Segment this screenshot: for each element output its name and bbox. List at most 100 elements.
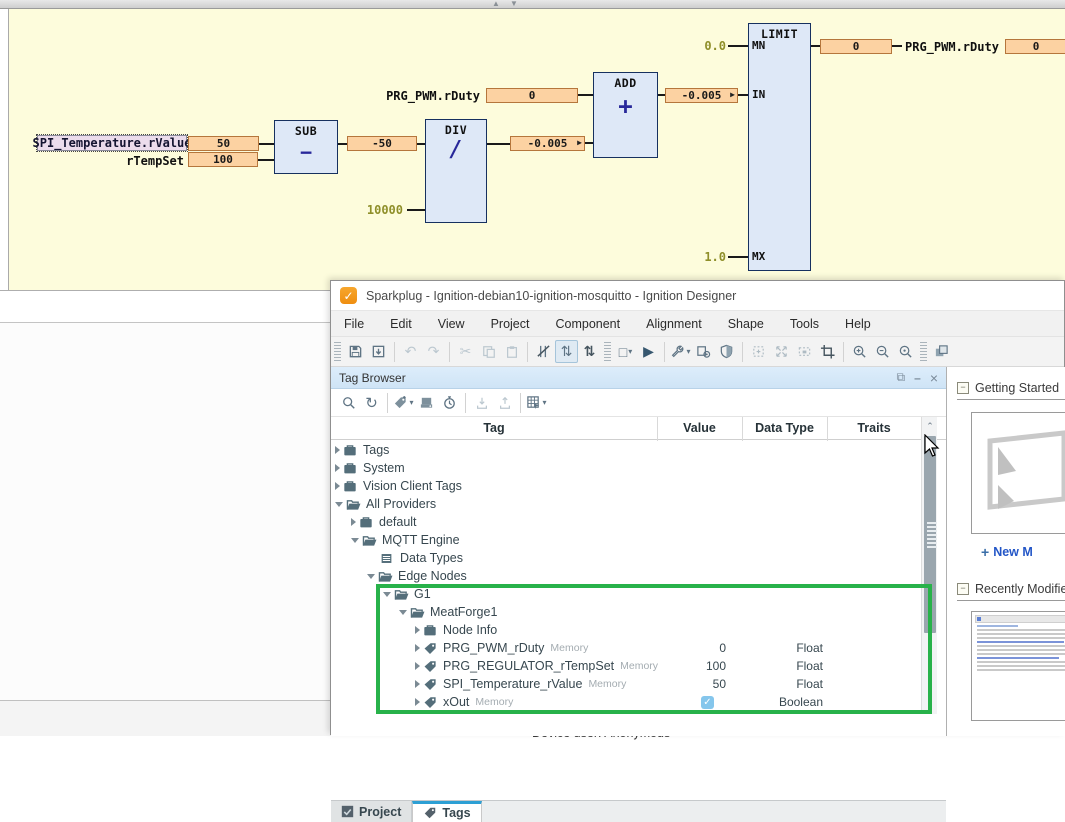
tag-value-cell[interactable] xyxy=(657,531,742,549)
menu-help[interactable]: Help xyxy=(832,311,884,336)
save-icon[interactable] xyxy=(344,340,367,363)
tree-row-vision-client-tags[interactable]: Vision Client Tags xyxy=(331,477,921,495)
new-main-window-link[interactable]: + New M xyxy=(981,544,1065,560)
tag-value-cell[interactable] xyxy=(657,567,742,585)
expand-right-icon[interactable] xyxy=(335,464,340,472)
expand-right-icon[interactable] xyxy=(335,482,340,490)
save-update-icon[interactable] xyxy=(367,340,390,363)
toolbar-grip[interactable] xyxy=(920,342,927,362)
expand-down-icon[interactable] xyxy=(351,538,359,543)
fit-selection-icon[interactable] xyxy=(793,340,816,363)
tag-value-cell[interactable] xyxy=(657,477,742,495)
expand-right-icon[interactable] xyxy=(335,446,340,454)
paste-icon[interactable] xyxy=(500,340,523,363)
scroll-up-icon[interactable]: ⌃ xyxy=(923,418,937,434)
tree-row-mqtt-engine[interactable]: MQTT Engine xyxy=(331,531,921,549)
copy-icon[interactable] xyxy=(477,340,500,363)
fbd-const-mn[interactable]: 0.0 xyxy=(686,39,726,53)
menu-alignment[interactable]: Alignment xyxy=(633,311,715,336)
fbd-block-limit[interactable]: LIMIT xyxy=(748,23,811,271)
fbd-block-sub[interactable]: SUB − xyxy=(274,120,338,174)
dropdown-caret-icon[interactable]: ▾ xyxy=(628,347,632,356)
splitter-strip[interactable]: ▲ ▼ xyxy=(0,0,1065,9)
udt-drive-icon[interactable] xyxy=(415,391,438,414)
security-shield-icon[interactable] xyxy=(715,340,738,363)
project-properties-icon[interactable] xyxy=(692,340,715,363)
undo-icon[interactable]: ↶ xyxy=(399,340,422,363)
splitter-up-icon[interactable]: ▲ xyxy=(492,0,500,8)
tree-row-all-providers[interactable]: All Providers xyxy=(331,495,921,513)
menu-tools[interactable]: Tools xyxy=(777,311,832,336)
tag-value-cell[interactable] xyxy=(657,549,742,567)
getting-started-thumbnail[interactable] xyxy=(971,412,1065,534)
fbd-var-rtempset[interactable]: rTempSet xyxy=(84,154,184,168)
search-icon[interactable] xyxy=(337,391,360,414)
collapse-in-icon[interactable] xyxy=(770,340,793,363)
fbd-value-input[interactable]: 50 xyxy=(188,136,259,151)
add-tag-icon[interactable]: ▾ xyxy=(392,391,415,414)
fbd-const-10000[interactable]: 10000 xyxy=(343,203,403,217)
fbd-block-add[interactable]: ADD + xyxy=(593,72,658,158)
cut-icon[interactable]: ✂ xyxy=(454,340,477,363)
fbd-canvas[interactable]: SPI_Temperature.rValue 50 rTempSet 100 S… xyxy=(9,9,1065,290)
window-titlebar[interactable]: ✓ Sparkplug - Ignition-debian10-ignition… xyxy=(331,281,1064,311)
sort-alt-icon[interactable]: ⇅ xyxy=(578,340,601,363)
fbd-value-limit-out[interactable]: 0 xyxy=(820,39,892,54)
tag-browser-titlebar[interactable]: Tag Browser ⧉ – × xyxy=(331,367,946,389)
dropdown-caret-icon[interactable]: ▾ xyxy=(542,398,546,407)
sort-order-icon[interactable]: ⇅ xyxy=(555,340,578,363)
recently-modified-header[interactable]: − Recently Modified xyxy=(957,582,1065,596)
wrench-icon[interactable]: ▾ xyxy=(669,340,692,363)
expand-down-icon[interactable] xyxy=(367,574,375,579)
column-header-traits[interactable]: Traits xyxy=(827,417,921,439)
cascade-windows-icon[interactable] xyxy=(930,340,953,363)
toolbar-grip[interactable] xyxy=(604,342,611,362)
float-panel-icon[interactable]: ⧉ xyxy=(897,370,906,385)
tab-project[interactable]: Project xyxy=(331,801,412,822)
shape-rect-icon[interactable]: □▾ xyxy=(614,340,637,363)
history-clock-icon[interactable] xyxy=(438,391,461,414)
menu-file[interactable]: File xyxy=(331,311,377,336)
fbd-value-sub-out[interactable]: -50 xyxy=(347,136,417,151)
tag-value-cell[interactable] xyxy=(657,459,742,477)
tree-row-system[interactable]: System xyxy=(331,459,921,477)
crop-bounds-icon[interactable] xyxy=(816,340,839,363)
close-panel-icon[interactable]: × xyxy=(930,370,938,386)
fbd-value-tempset[interactable]: 100 xyxy=(188,152,258,167)
fbd-block-div[interactable]: DIV / xyxy=(425,119,487,223)
zoom-actual-icon[interactable] xyxy=(894,340,917,363)
column-settings-icon[interactable]: ▾ xyxy=(525,391,548,414)
zoom-out-icon[interactable] xyxy=(871,340,894,363)
dropdown-caret-icon[interactable]: ▾ xyxy=(686,347,690,356)
menu-view[interactable]: View xyxy=(425,311,478,336)
tree-row-tags[interactable]: Tags xyxy=(331,441,921,459)
tag-value-cell[interactable] xyxy=(657,441,742,459)
expand-out-icon[interactable] xyxy=(747,340,770,363)
recently-modified-thumbnail[interactable] xyxy=(971,611,1065,721)
tree-row-default[interactable]: default xyxy=(331,513,921,531)
fbd-value-add-out[interactable]: -0.005▶ xyxy=(665,88,738,103)
zoom-in-icon[interactable] xyxy=(848,340,871,363)
menu-project[interactable]: Project xyxy=(478,311,543,336)
tree-row-edge-nodes[interactable]: Edge Nodes xyxy=(331,567,921,585)
column-header-datatype[interactable]: Data Type xyxy=(742,417,827,439)
refresh-icon[interactable]: ↻ xyxy=(360,391,383,414)
tab-tags[interactable]: Tags xyxy=(412,801,481,822)
column-header-tag[interactable]: Tag xyxy=(331,417,657,439)
fbd-const-mx[interactable]: 1.0 xyxy=(686,250,726,264)
getting-started-header[interactable]: − Getting Started xyxy=(957,381,1065,395)
collapse-section-icon[interactable]: − xyxy=(957,583,969,595)
splitter-down-icon[interactable]: ▼ xyxy=(510,0,518,8)
import-tags-icon[interactable] xyxy=(470,391,493,414)
redo-icon[interactable]: ↷ xyxy=(422,340,445,363)
fbd-value-final[interactable]: 0 xyxy=(1005,39,1065,54)
fbd-value-pwm[interactable]: 0 xyxy=(486,88,578,103)
toggle-gridlines-icon[interactable] xyxy=(532,340,555,363)
fbd-var-spi-temperature[interactable]: SPI_Temperature.rValue xyxy=(37,135,187,151)
tag-value-cell[interactable] xyxy=(657,495,742,513)
export-tags-icon[interactable] xyxy=(493,391,516,414)
collapse-section-icon[interactable]: − xyxy=(957,382,969,394)
menu-component[interactable]: Component xyxy=(542,311,633,336)
dropdown-caret-icon[interactable]: ▾ xyxy=(409,398,413,407)
minimize-panel-icon[interactable]: – xyxy=(914,371,921,385)
